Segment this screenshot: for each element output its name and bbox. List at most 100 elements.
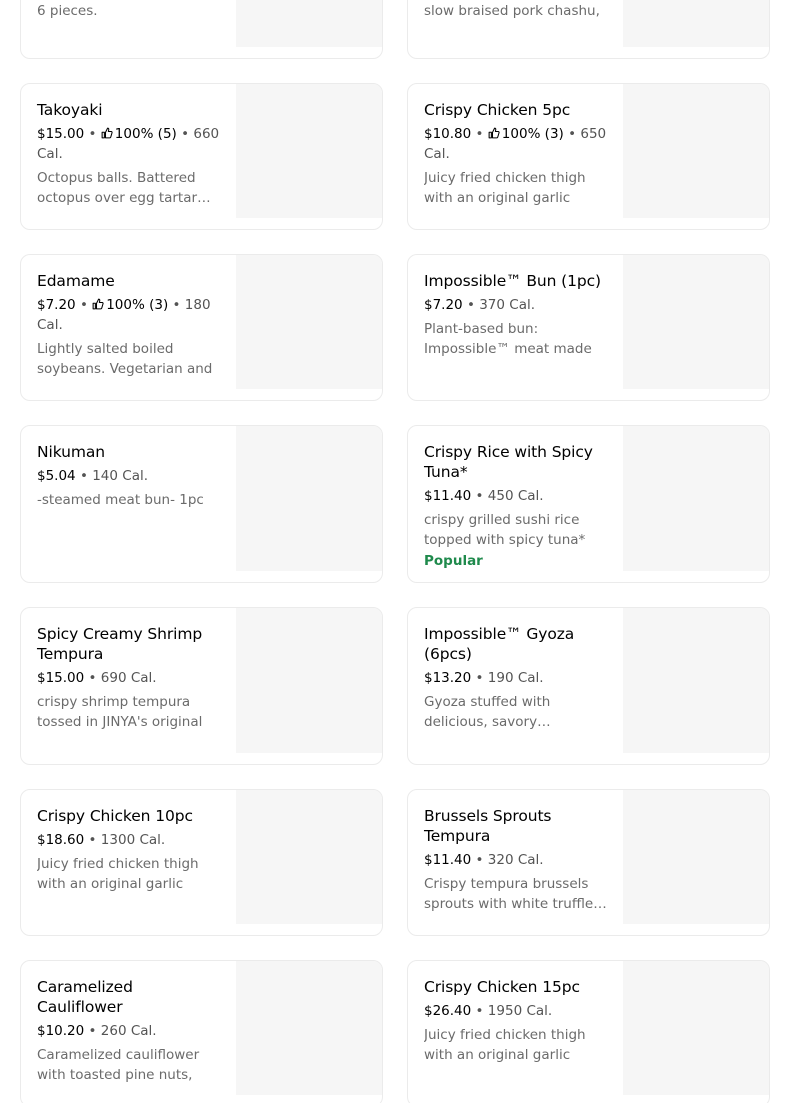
menu-item-calories: 1950 Cal. (487, 1003, 553, 1019)
menu-item-image (236, 426, 382, 571)
menu-item-card[interactable]: Brussels Sprouts Tempura $11.40 • 320 Cal… (407, 789, 770, 936)
menu-item-name: Spicy Creamy Shrimp Tempura (37, 625, 203, 663)
menu-item-description: Juicy fried chicken thigh with an origin… (37, 856, 199, 892)
menu-item-grid: 6 pieces. slow braised pork chashu, Takoya… (20, 0, 770, 1103)
menu-item-rating: 100% (5) (114, 126, 177, 142)
menu-item-info: 6 pieces. (37, 0, 221, 21)
menu-item-description: Juicy fried chicken thigh with an origin… (424, 170, 586, 206)
menu-item-name: Nikuman (37, 443, 105, 461)
menu-item-name: Impossible™ Bun (1pc) (424, 272, 601, 290)
menu-item-description: crispy shrimp tempura tossed in JINYA's … (37, 694, 203, 730)
menu-item-info: Nikuman $5.04 • 140 Cal. -steamed meat bun… (37, 442, 221, 510)
menu-item-description: Plant-based bun: Impossible™ meat made (424, 321, 592, 357)
menu-item-description: -steamed meat bun- 1pc (37, 492, 204, 508)
menu-item-image (623, 961, 769, 1095)
menu-item-meta: $5.04 • 140 Cal. (37, 468, 149, 484)
menu-item-description: Juicy fried chicken thigh with an origin… (424, 1027, 586, 1063)
menu-item-price: $11.40 (424, 488, 472, 504)
menu-item-description: Octopus balls. Battered octopus over egg… (37, 170, 198, 206)
menu-item-name: Caramelized Cauliflower (37, 978, 133, 1016)
menu-item-calories: 260 Cal. (100, 1023, 157, 1039)
menu-item-card[interactable]: Crispy Chicken 5pc $10.80 • 100% (3) • 65… (407, 83, 770, 230)
menu-item-price: $18.60 (37, 832, 85, 848)
menu-item-price: $7.20 (37, 297, 76, 313)
menu-item-price: $13.20 (424, 670, 472, 686)
menu-item-name: Crispy Rice with Spicy Tuna* (424, 443, 593, 481)
menu-item-description: Crispy tempura brussels sprouts with whi… (424, 876, 594, 912)
menu-item-image (623, 426, 769, 571)
menu-item-name: Takoyaki (37, 101, 103, 119)
menu-item-info: Takoyaki $15.00 • 100% (5) • 660 Cal. Octo… (37, 100, 221, 208)
menu-item-info: Impossible™ Gyoza (6pcs) $13.20 • 190 Cal… (424, 624, 608, 732)
menu-item-name: Brussels Sprouts Tempura (424, 807, 552, 845)
menu-item-image (236, 0, 382, 47)
menu-item-card[interactable]: Impossible™ Bun (1pc) $7.20 • 370 Cal. Pla… (407, 254, 770, 401)
menu-item-info: Edamame $7.20 • 100% (3) • 180 Cal. Lightl… (37, 271, 221, 379)
menu-item-image (623, 255, 769, 389)
menu-item-card[interactable]: Crispy Chicken 10pc $18.60 • 1300 Cal. Jui… (20, 789, 383, 936)
menu-item-image (236, 84, 382, 218)
menu-item-meta: $7.20 • 370 Cal. (424, 297, 536, 313)
menu-item-price: $11.40 (424, 852, 472, 868)
menu-item-calories: 450 Cal. (487, 488, 544, 504)
menu-item-card[interactable]: Nikuman $5.04 • 140 Cal. -steamed meat bun… (20, 425, 383, 583)
menu-item-description: 6 pieces. (37, 3, 98, 19)
menu-item-meta: $26.40 • 1950 Cal. (424, 1003, 553, 1019)
menu-item-info: Crispy Chicken 10pc $18.60 • 1300 Cal. Jui… (37, 806, 221, 894)
menu-item-name: Crispy Chicken 5pc (424, 101, 571, 119)
menu-item-image (236, 255, 382, 389)
menu-item-info: Caramelized Cauliflower $10.20 • 260 Cal.… (37, 977, 221, 1085)
menu-item-calories: 370 Cal. (479, 297, 536, 313)
menu-item-card[interactable]: 6 pieces. (20, 0, 383, 59)
menu-item-image (623, 84, 769, 218)
menu-item-meta: $13.20 • 190 Cal. (424, 670, 544, 686)
menu-item-card[interactable]: Caramelized Cauliflower $10.20 • 260 Cal.… (20, 960, 383, 1103)
menu-item-calories: 190 Cal. (487, 670, 544, 686)
menu-item-image (623, 608, 769, 753)
menu-item-calories: 690 Cal. (100, 670, 157, 686)
menu-item-meta: $15.00 • 690 Cal. (37, 670, 157, 686)
menu-item-price: $5.04 (37, 468, 76, 484)
menu-item-card[interactable]: Crispy Rice with Spicy Tuna* $11.40 • 450… (407, 425, 770, 583)
menu-item-price: $10.20 (37, 1023, 85, 1039)
menu-item-rating: 100% (3) (501, 126, 564, 142)
menu-item-description: slow braised pork chashu, (424, 3, 600, 19)
menu-item-meta: $18.60 • 1300 Cal. (37, 832, 166, 848)
menu-item-card[interactable]: Impossible™ Gyoza (6pcs) $13.20 • 190 Cal… (407, 607, 770, 765)
menu-item-image (236, 608, 382, 753)
menu-item-calories: 320 Cal. (487, 852, 544, 868)
menu-item-card[interactable]: Spicy Creamy Shrimp Tempura $15.00 • 690 … (20, 607, 383, 765)
menu-item-card[interactable]: Edamame $7.20 • 100% (3) • 180 Cal. Lightl… (20, 254, 383, 401)
menu-item-meta: $11.40 • 320 Cal. (424, 852, 544, 868)
menu-item-description: Caramelized cauliflower with toasted pin… (37, 1047, 200, 1083)
menu-item-image (623, 790, 769, 924)
menu-item-image (623, 0, 769, 47)
menu-item-info: Spicy Creamy Shrimp Tempura $15.00 • 690 … (37, 624, 221, 732)
menu-item-price: $15.00 (37, 670, 85, 686)
menu-item-price: $10.80 (424, 126, 472, 142)
menu-item-description: Gyoza stuffed with delicious, savory Imp… (424, 694, 551, 730)
menu-item-calories: 140 Cal. (92, 468, 149, 484)
menu-item-info: Brussels Sprouts Tempura $11.40 • 320 Cal… (424, 806, 608, 914)
menu-item-price: $15.00 (37, 126, 85, 142)
menu-item-description: crispy grilled sushi rice topped with sp… (424, 512, 586, 548)
menu-item-name: Crispy Chicken 10pc (37, 807, 193, 825)
menu-item-meta: $11.40 • 450 Cal. (424, 488, 544, 504)
menu-item-image (236, 961, 382, 1095)
menu-item-rating: 100% (3) (106, 297, 169, 313)
thumbs-up-icon (488, 125, 500, 139)
menu-item-name: Crispy Chicken 15pc (424, 978, 580, 996)
menu-item-info: Crispy Chicken 15pc $26.40 • 1950 Cal. Jui… (424, 977, 608, 1065)
menu-item-price: $26.40 (424, 1003, 472, 1019)
menu-item-calories: 1300 Cal. (100, 832, 166, 848)
menu-item-meta: $7.20 • 100% (3) • 180 Cal. (37, 297, 211, 333)
menu-item-card[interactable]: Takoyaki $15.00 • 100% (5) • 660 Cal. Octo… (20, 83, 383, 230)
popular-badge: Popular (424, 553, 483, 569)
menu-item-info: Impossible™ Bun (1pc) $7.20 • 370 Cal. Pla… (424, 271, 608, 359)
menu-item-card[interactable]: Crispy Chicken 15pc $26.40 • 1950 Cal. Jui… (407, 960, 770, 1103)
thumbs-up-icon (101, 125, 113, 139)
menu-item-name: Impossible™ Gyoza (6pcs) (424, 625, 575, 663)
menu-item-meta: $10.20 • 260 Cal. (37, 1023, 157, 1039)
menu-item-info: Crispy Rice with Spicy Tuna* $11.40 • 450… (424, 442, 608, 571)
menu-item-card[interactable]: slow braised pork chashu, (407, 0, 770, 59)
